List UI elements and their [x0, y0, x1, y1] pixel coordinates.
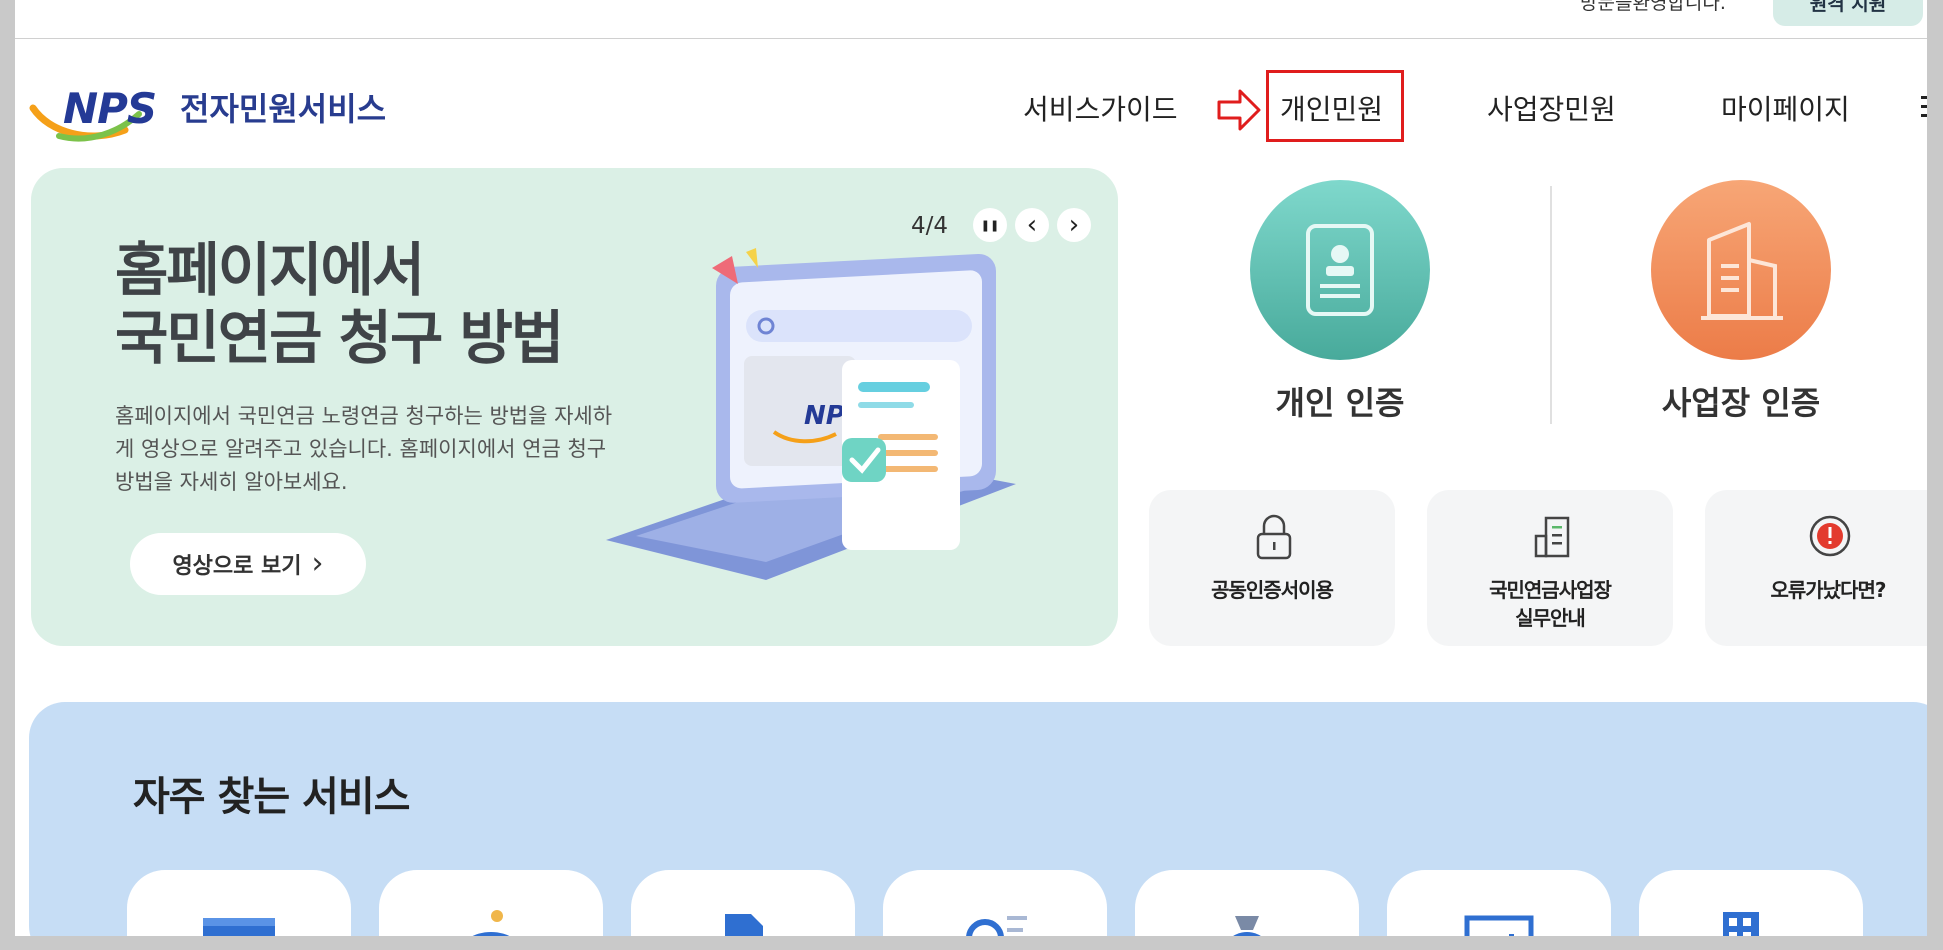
service-card-chart[interactable] [1387, 870, 1611, 936]
top-utility-bar: 방문을환영합니다. 원격 지원 [15, 0, 1927, 39]
chart-icon [1464, 915, 1534, 936]
divider [1550, 186, 1552, 424]
main-banner: 홈페이지에서 국민연금 청구 방법 홈페이지에서 국민연금 노령연금 청구하는 … [31, 168, 1118, 646]
document-list-icon [725, 914, 763, 936]
red-arrow-icon [1217, 89, 1261, 131]
quick-link-label: 국민연금사업장 실무안내 [1489, 578, 1612, 630]
prev-slide-button[interactable]: ‹ [1015, 208, 1049, 242]
banner-title-line1: 홈페이지에서 [115, 236, 425, 304]
chevron-left-icon: ‹ [1026, 210, 1038, 240]
service-card-search[interactable] [883, 870, 1107, 936]
nav-item-service-guide[interactable]: 서비스가이드 [1023, 88, 1178, 128]
quick-link-label: 공동인증서이용 [1211, 578, 1334, 602]
won-card-icon: ₩ [203, 918, 275, 936]
service-card-document[interactable] [631, 870, 855, 936]
service-card-money[interactable]: ₩ [1135, 870, 1359, 936]
chevron-right-icon: › [1068, 210, 1080, 240]
quick-link-business-guide[interactable]: 국민연금사업장 실무안내 [1427, 490, 1673, 646]
building-icon [1701, 222, 1783, 320]
nav-item-business-civil[interactable]: 사업장민원 [1487, 88, 1616, 128]
alert-icon [1809, 515, 1851, 557]
watch-video-button[interactable]: 영상으로 보기 › [130, 533, 366, 595]
business-auth-label: 사업장 인증 [1661, 384, 1821, 422]
frequent-services-section: 자주 찾는 서비스 ₩ [29, 702, 1927, 936]
chevron-right-icon: › [311, 546, 324, 581]
site-name: 전자민원서비스 [180, 90, 387, 128]
page: 방문을환영합니다. 원격 지원 NPS 전자민원서비스 서비스가이드 개인민원 … [15, 0, 1927, 936]
quick-link-error-help[interactable]: 오류가났다면? [1705, 490, 1927, 646]
banner-description: 홈페이지에서 국민연금 노령연금 청구하는 방법을 자세하게 영상으로 알려주고… [115, 404, 613, 494]
welcome-text: 방문을환영합니다. [1580, 0, 1726, 14]
pause-button[interactable]: ❚❚ [973, 208, 1007, 242]
menu-icon[interactable] [1921, 92, 1927, 122]
quick-link-label: 오류가났다면? [1770, 578, 1886, 602]
next-slide-button[interactable]: › [1057, 208, 1091, 242]
service-card-won[interactable]: ₩ [127, 870, 351, 936]
personal-auth-card[interactable]: 개인 인증 [1240, 180, 1440, 440]
site-logo[interactable]: NPS 전자민원서비스 [29, 84, 389, 144]
slide-counter: 4/4 [911, 213, 949, 239]
personal-auth-circle [1250, 180, 1430, 360]
laptop-illustration: NPS [606, 248, 1016, 580]
document-building-icon [1534, 516, 1570, 558]
money-bag-icon: ₩ [1233, 916, 1261, 936]
nav-item-mypage[interactable]: 마이페이지 [1721, 88, 1850, 128]
nav-item-personal-civil[interactable]: 개인민원 [1280, 88, 1383, 128]
business-auth-circle [1651, 180, 1831, 360]
banner-title-line2: 국민연금 청구 방법 [115, 304, 564, 372]
id-card-icon [1306, 224, 1374, 316]
pause-icon: ❚❚ [980, 218, 1000, 232]
building-icon [1723, 912, 1759, 936]
frequent-services-title: 자주 찾는 서비스 [133, 774, 410, 820]
piggy-bank-icon [472, 910, 510, 936]
screen-edge [0, 936, 1943, 950]
quick-link-certificate[interactable]: 공동인증서이용 [1149, 490, 1395, 646]
service-card-building[interactable] [1639, 870, 1863, 936]
search-list-icon [966, 916, 1027, 936]
personal-auth-label: 개인 인증 [1275, 384, 1405, 422]
remote-support-button[interactable]: 원격 지원 [1773, 0, 1923, 26]
watch-video-label: 영상으로 보기 [172, 554, 302, 579]
banner-title: 홈페이지에서 국민연금 청구 방법 [115, 236, 564, 372]
service-card-piggy[interactable] [379, 870, 603, 936]
logo-text: NPS [63, 84, 157, 133]
business-auth-card[interactable]: 사업장 인증 [1641, 180, 1841, 440]
lock-icon [1256, 514, 1292, 560]
